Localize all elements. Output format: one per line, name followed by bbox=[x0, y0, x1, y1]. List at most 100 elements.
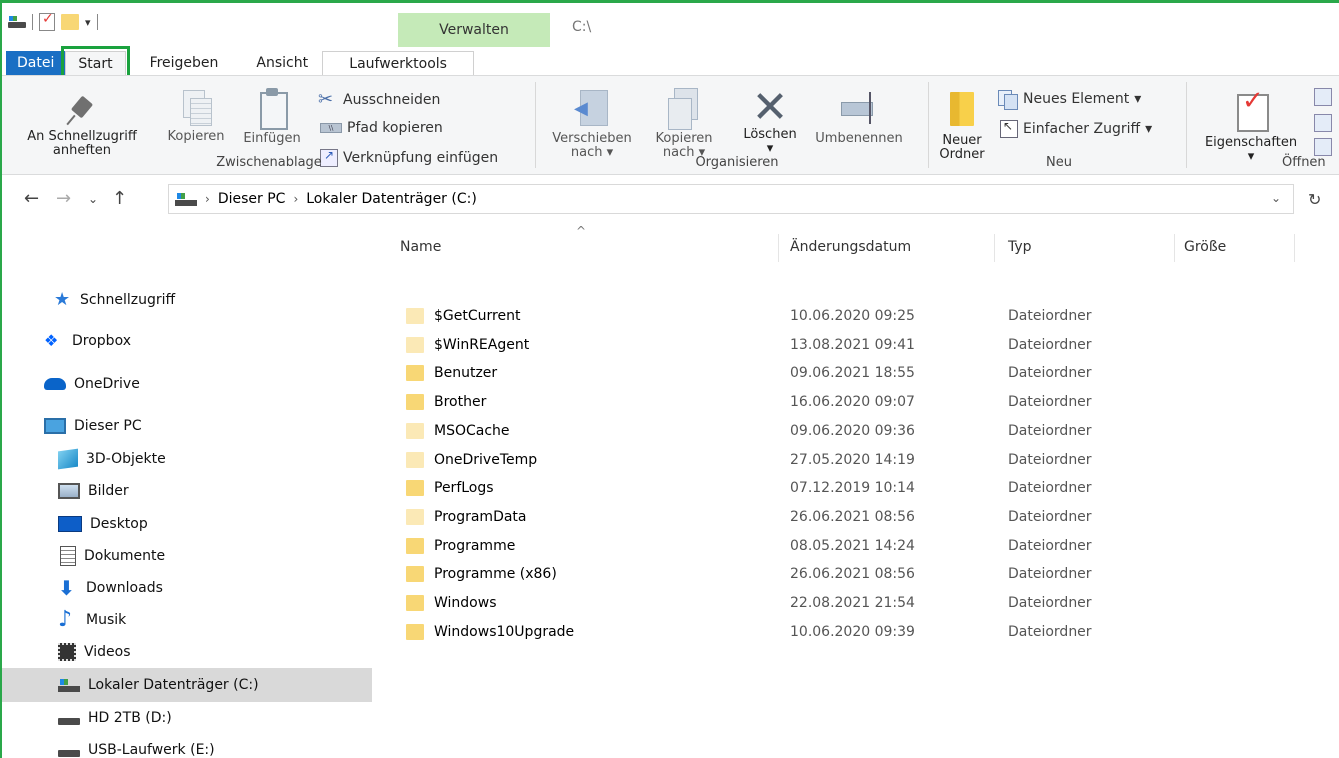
delete-x-icon: ✕ bbox=[751, 82, 789, 133]
breadcrumb-this-pc[interactable]: Dieser PC bbox=[218, 191, 286, 207]
address-bar[interactable]: › Dieser PC › Lokaler Datenträger (C:) ⌄ bbox=[168, 184, 1294, 214]
copy-button[interactable]: Kopieren bbox=[158, 90, 234, 144]
nav-item-desktop[interactable]: Desktop bbox=[2, 508, 372, 540]
nav-item-pictures[interactable]: Bilder bbox=[2, 475, 372, 507]
table-row[interactable]: $GetCurrent 10.06.2020 09:25 Dateiordner bbox=[394, 302, 1294, 330]
tab-freigeben[interactable]: Freigeben bbox=[138, 51, 231, 75]
column-header-type[interactable]: Typ bbox=[1008, 232, 1032, 262]
type-cell: Dateiordner bbox=[1008, 508, 1092, 525]
column-divider[interactable] bbox=[994, 234, 995, 262]
type-cell: Dateiordner bbox=[1008, 308, 1092, 324]
star-icon: ★ bbox=[54, 289, 71, 310]
copy-to-button[interactable]: Kopieren nach ▾ bbox=[642, 88, 726, 160]
download-arrow-icon: ⬇ bbox=[58, 576, 75, 600]
column-header-name[interactable]: Name bbox=[400, 232, 441, 262]
edit-icon[interactable] bbox=[1314, 114, 1332, 132]
history-icon[interactable] bbox=[1314, 138, 1332, 156]
nav-label: OneDrive bbox=[74, 376, 140, 392]
nav-label: HD 2TB (D:) bbox=[88, 710, 172, 726]
table-row[interactable]: Programme 08.05.2021 14:24 Dateiordner bbox=[394, 532, 1294, 560]
nav-item-onedrive[interactable]: OneDrive bbox=[2, 368, 372, 400]
delete-button[interactable]: ✕ Löschen ▾ bbox=[734, 82, 806, 156]
table-row[interactable]: OneDriveTemp 27.05.2020 14:19 Dateiordner bbox=[394, 446, 1294, 474]
table-row[interactable]: MSOCache 09.06.2020 09:36 Dateiordner bbox=[394, 417, 1294, 445]
tab-ansicht[interactable]: Ansicht bbox=[244, 51, 320, 75]
folder-icon bbox=[406, 480, 424, 497]
breadcrumb-chevron-icon[interactable]: › bbox=[205, 192, 210, 206]
modified-date-cell: 08.05.2021 14:24 bbox=[790, 537, 915, 554]
easy-access-button[interactable]: Einfacher Zugriff ▾ bbox=[1000, 119, 1152, 138]
breadcrumb-chevron-icon[interactable]: › bbox=[293, 192, 298, 206]
column-divider[interactable] bbox=[1294, 234, 1295, 262]
tab-start[interactable]: Start bbox=[61, 46, 130, 78]
nav-item-hd-d[interactable]: HD 2TB (D:) bbox=[2, 702, 372, 734]
table-row[interactable]: $WinREAgent 13.08.2021 09:41 Dateiordner bbox=[394, 331, 1294, 359]
tab-laufwerktools[interactable]: Laufwerktools bbox=[322, 51, 475, 75]
back-arrow-icon[interactable]: ← bbox=[24, 188, 39, 209]
address-history-chevron-icon[interactable]: ⌄ bbox=[1271, 191, 1281, 205]
folder-icon bbox=[406, 308, 424, 324]
properties-check-icon bbox=[1235, 92, 1269, 132]
nav-item-this-pc[interactable]: Dieser PC bbox=[2, 410, 372, 442]
new-folder-button[interactable]: Neuer Ordner bbox=[934, 86, 990, 162]
nav-item-music[interactable]: ♪ Musik bbox=[2, 604, 372, 636]
nav-item-3d-objects[interactable]: 3D-Objekte bbox=[2, 443, 372, 475]
context-tab-verwalten[interactable]: Verwalten bbox=[398, 13, 550, 47]
copy-path-label: Pfad kopieren bbox=[347, 120, 443, 136]
tab-datei[interactable]: Datei bbox=[6, 51, 66, 75]
film-icon bbox=[58, 643, 76, 661]
nav-item-local-disk-c[interactable]: Lokaler Datenträger (C:) bbox=[2, 668, 372, 702]
onedrive-cloud-icon bbox=[44, 378, 66, 390]
nav-item-quick-access[interactable]: ★ Schnellzugriff bbox=[2, 284, 372, 316]
new-item-button[interactable]: Neues Element ▾ bbox=[998, 90, 1141, 110]
column-header-size[interactable]: Größe bbox=[1184, 232, 1226, 262]
table-row[interactable]: Brother 16.06.2020 09:07 Dateiordner bbox=[394, 388, 1294, 416]
table-row[interactable]: Programme (x86) 26.06.2021 08:56 Dateiordn… bbox=[394, 560, 1294, 588]
column-header-date[interactable]: Änderungsdatum bbox=[790, 232, 911, 262]
properties-button[interactable]: Eigenschaften▾ bbox=[1194, 92, 1308, 164]
copy-label: Kopieren bbox=[167, 129, 225, 144]
forward-arrow-icon[interactable]: → bbox=[56, 188, 71, 209]
table-row[interactable]: Benutzer 09.06.2021 18:55 Dateiordner bbox=[394, 359, 1294, 387]
file-name: Benutzer bbox=[434, 365, 498, 382]
breadcrumb-local-disk[interactable]: Lokaler Datenträger (C:) bbox=[306, 191, 477, 207]
rename-button[interactable]: Umbenennen bbox=[804, 88, 914, 146]
column-divider[interactable] bbox=[778, 234, 779, 262]
column-divider[interactable] bbox=[1174, 234, 1175, 262]
nav-item-dropbox[interactable]: ❖ Dropbox bbox=[2, 325, 372, 357]
table-row[interactable]: Windows10Upgrade 10.06.2020 09:39 Dateiord… bbox=[394, 618, 1294, 646]
table-row[interactable]: Windows 22.08.2021 21:54 Dateiordner bbox=[394, 589, 1294, 617]
address-row: ← → ⌄ ↑ › Dieser PC › Lokaler Datenträge… bbox=[2, 176, 1339, 224]
pin-quick-access-button[interactable]: An Schnellzugriff anheften bbox=[8, 94, 156, 158]
properties-icon[interactable] bbox=[39, 11, 55, 31]
group-label-organize: Organisieren bbox=[695, 155, 779, 170]
file-name-cell: $WinREAgent bbox=[406, 331, 529, 359]
nav-item-documents[interactable]: Dokumente bbox=[2, 540, 372, 572]
folder-icon bbox=[406, 394, 424, 411]
nav-item-downloads[interactable]: ⬇ Downloads bbox=[2, 572, 372, 604]
customize-toolbar-chevron-icon[interactable]: ▾ bbox=[85, 16, 91, 29]
refresh-icon[interactable]: ↻ bbox=[1308, 190, 1321, 209]
up-arrow-icon[interactable]: ↑ bbox=[112, 188, 127, 209]
new-folder-icon[interactable] bbox=[61, 14, 79, 30]
nav-item-videos[interactable]: Videos bbox=[2, 636, 372, 668]
cut-button[interactable]: ✂ Ausschneiden bbox=[318, 90, 440, 110]
table-row[interactable]: PerfLogs 07.12.2019 10:14 Dateiordner bbox=[394, 474, 1294, 502]
recent-locations-chevron-icon[interactable]: ⌄ bbox=[88, 192, 98, 206]
paste-label: Einfügen bbox=[243, 131, 301, 146]
open-icon[interactable] bbox=[1314, 88, 1332, 106]
pictures-icon bbox=[58, 483, 80, 499]
nav-item-usb-e[interactable]: USB-Laufwerk (E:) bbox=[2, 734, 372, 758]
folder-icon bbox=[406, 422, 424, 439]
move-to-button[interactable]: Verschieben nach ▾ bbox=[542, 88, 642, 160]
file-name: ProgramData bbox=[434, 508, 527, 525]
nav-label: Musik bbox=[86, 612, 127, 628]
copy-path-button[interactable]: \\ Pfad kopieren bbox=[320, 120, 443, 136]
paste-button[interactable]: Einfügen bbox=[234, 88, 310, 146]
copy-to-icon bbox=[666, 88, 702, 130]
modified-date-cell: 26.06.2021 08:56 bbox=[790, 508, 915, 525]
nav-label: 3D-Objekte bbox=[86, 451, 166, 467]
scissors-icon: ✂ bbox=[318, 89, 334, 110]
table-row[interactable]: ProgramData 26.06.2021 08:56 Dateiordner bbox=[394, 503, 1294, 531]
window-title: C:\ bbox=[572, 19, 592, 35]
